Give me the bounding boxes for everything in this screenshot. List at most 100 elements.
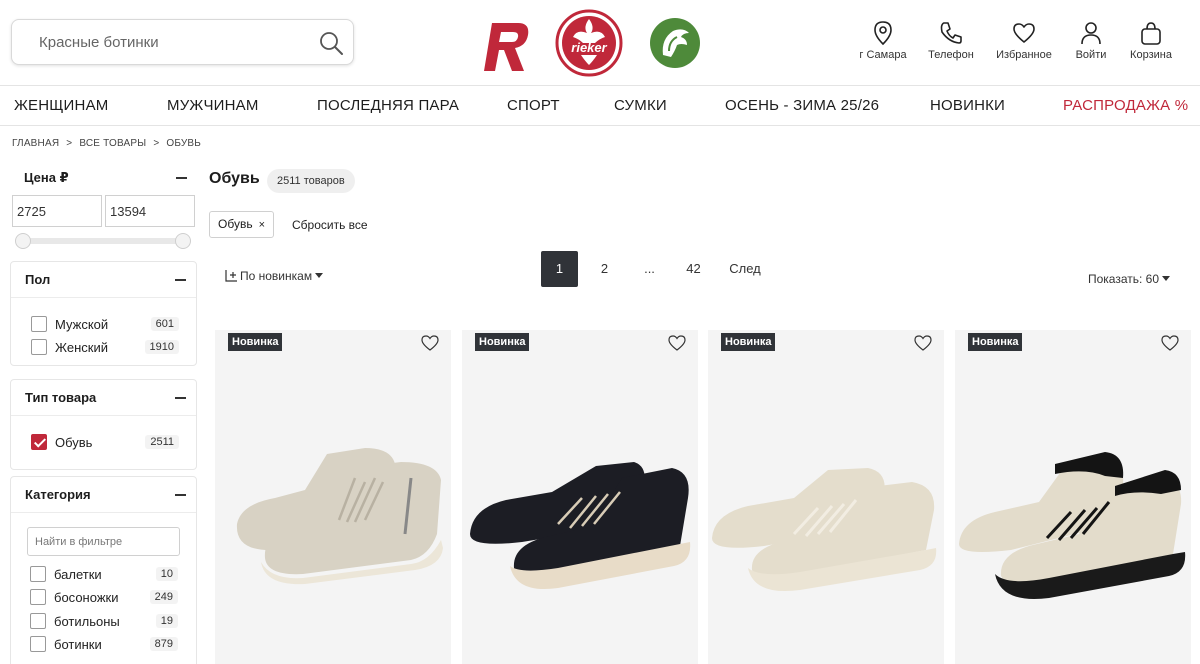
heart-icon[interactable] [668,335,686,351]
price-min-input[interactable] [12,195,102,227]
active-filter-chip[interactable]: Обувь × [209,211,275,238]
new-badge: Новинка [968,333,1023,351]
filter-gender-header[interactable]: Пол [11,262,196,298]
option-label: Мужской [55,317,109,332]
sort-label: По новинкам [240,269,313,283]
new-badge: Новинка [721,333,776,351]
page-1-button[interactable]: 1 [541,251,578,287]
filter-type: Тип товара Обувь 2511 [10,379,197,470]
collapse-icon[interactable] [176,177,187,179]
main-nav: ЖЕНЩИНАМ МУЖЧИНАМ ПОСЛЕДНЯЯ ПАРА СПОРТ С… [0,86,1200,126]
price-max-input[interactable] [105,195,195,227]
breadcrumb-shoes: ОБУВЬ [166,138,202,149]
price-slider-max-handle[interactable] [175,233,191,249]
product-image[interactable] [955,438,1191,618]
filter-category-header[interactable]: Категория [11,477,196,513]
option-label: Женский [55,340,108,355]
search-icon[interactable] [317,29,345,57]
nav-last-pair[interactable]: ПОСЛЕДНЯЯ ПАРА [317,97,459,114]
reset-filters-link[interactable]: Сбросить все [292,218,368,232]
option-label: ботинки [54,637,102,652]
product-card[interactable]: Новинка [462,330,698,664]
filter-search-input[interactable] [27,527,180,556]
product-card[interactable]: Новинка [955,330,1191,664]
collapse-icon[interactable] [175,279,186,281]
search-input[interactable] [12,20,302,64]
nav-sale[interactable]: РАСПРОДАЖА % [1063,97,1188,114]
nav-autumn-winter[interactable]: ОСЕНЬ - ЗИМА 25/26 [725,97,879,114]
price-slider-track[interactable] [16,238,191,244]
page-2-button[interactable]: 2 [586,251,623,287]
option-label: босоножки [54,590,119,605]
breadcrumb-home[interactable]: ГЛАВНАЯ [12,138,59,149]
filter-option-ballet-flats[interactable]: балетки 10 [30,566,178,584]
horse-brand-logo[interactable] [649,17,701,69]
option-label: балетки [54,567,102,582]
favorites-label: Избранное [996,49,1052,61]
nav-new[interactable]: НОВИНКИ [930,97,1005,114]
rieker-logo[interactable]: rieker [555,9,623,77]
page-size-dropdown[interactable]: Показать: 60 [1088,272,1170,286]
chip-label: Обувь [218,217,253,231]
filter-price-header[interactable]: Цена ₽ [10,160,197,196]
rieker-logo-text: rieker [571,40,607,55]
nav-men[interactable]: МУЖЧИНАМ [167,97,259,114]
bag-icon [1141,22,1161,45]
product-card[interactable]: Новинка [708,330,944,664]
breadcrumb-all-products[interactable]: ВСЕ ТОВАРЫ [79,138,146,149]
nav-sport[interactable]: СПОРТ [507,97,560,114]
cart-button[interactable]: Корзина [1116,20,1186,61]
checkbox[interactable] [31,339,47,355]
heart-icon[interactable] [1161,335,1179,351]
header: rieker г Самара Телефон Избранное Войти … [0,0,1200,86]
product-card[interactable]: Новинка [215,330,451,664]
collapse-icon[interactable] [175,397,186,399]
location-button[interactable]: г Самара [848,20,918,61]
filter-option-male[interactable]: Мужской 601 [31,316,179,334]
next-page-button[interactable]: След [723,251,767,287]
price-slider-min-handle[interactable] [15,233,31,249]
nav-bags[interactable]: СУМКИ [614,97,667,114]
option-count: 2511 [145,435,179,449]
checkbox[interactable] [30,589,46,605]
page-title: Обувь [209,170,260,187]
checkbox[interactable] [31,316,47,332]
new-badge: Новинка [475,333,530,351]
filter-option-ankle-boots[interactable]: ботильоны 19 [30,613,178,631]
chevron-down-icon [1162,276,1170,281]
product-image[interactable] [215,438,451,618]
filter-option-sandals[interactable]: босоножки 249 [30,589,178,607]
product-image[interactable] [708,438,944,618]
collapse-icon[interactable] [175,494,186,496]
page-size-label: Показать: 60 [1087,272,1159,286]
filter-option-female[interactable]: Женский 1910 [31,339,179,357]
filter-gender: Пол Мужской 601 Женский 1910 [10,261,197,366]
sort-dropdown[interactable]: По новинкам [224,268,324,283]
cart-label: Корзина [1130,49,1172,61]
close-icon[interactable]: × [259,219,265,231]
filter-price-title: Цена ₽ [24,170,69,185]
phone-button[interactable]: Телефон [916,20,986,61]
filter-type-title: Тип товара [25,390,97,405]
product-count-badge: 2511 товаров [267,169,355,193]
breadcrumb: ГЛАВНАЯ > ВСЕ ТОВАРЫ > ОБУВЬ [12,138,208,149]
filter-option-boots[interactable]: ботинки 879 [30,636,178,654]
heart-icon[interactable] [914,335,932,351]
heart-icon[interactable] [421,335,439,351]
filter-option-shoes[interactable]: Обувь 2511 [31,434,179,452]
user-icon [1081,22,1101,45]
location-pin-icon [874,21,892,46]
nav-women[interactable]: ЖЕНЩИНАМ [14,97,108,114]
product-image[interactable] [462,438,698,618]
checkbox[interactable] [30,613,46,629]
checkbox-checked[interactable] [31,434,47,450]
new-badge: Новинка [228,333,283,351]
checkbox[interactable] [30,636,46,652]
search-box [11,19,354,65]
r-brand-logo[interactable] [482,19,532,75]
page-42-button[interactable]: 42 [675,251,712,287]
option-label: ботильоны [54,614,120,629]
filter-type-header[interactable]: Тип товара [11,380,196,416]
checkbox[interactable] [30,566,46,582]
favorites-button[interactable]: Избранное [989,20,1059,61]
